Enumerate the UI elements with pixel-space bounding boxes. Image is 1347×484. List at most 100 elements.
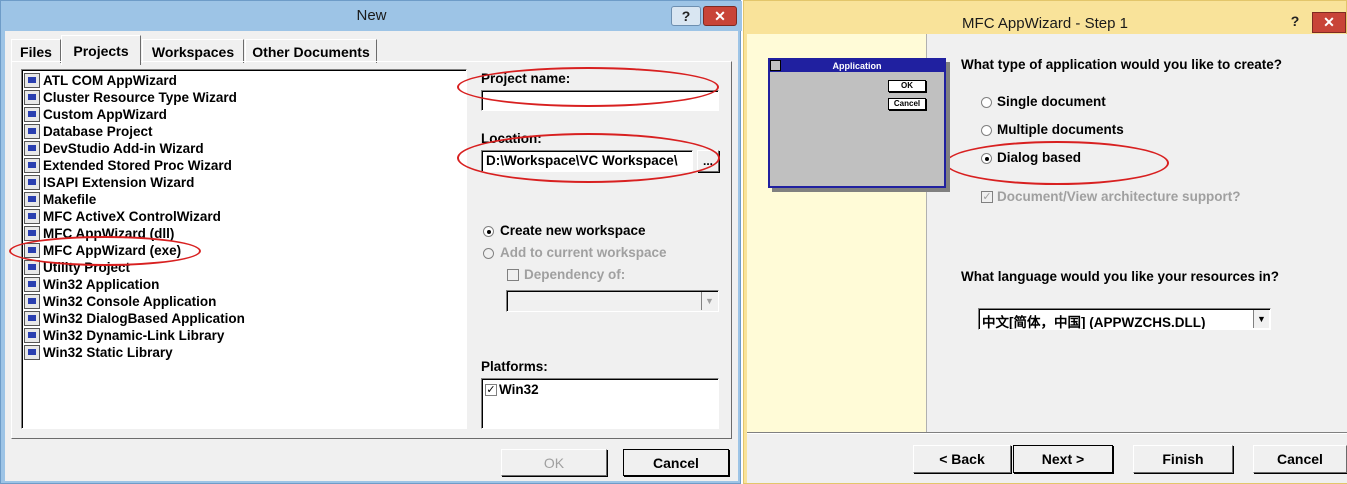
multiple-documents-radio[interactable]: [981, 125, 992, 136]
preview-dialog-image: Application OK Cancel: [768, 58, 946, 188]
activex-icon: [24, 209, 40, 224]
list-item[interactable]: Custom AppWizard: [24, 106, 167, 123]
list-item-label: Utility Project: [43, 260, 131, 275]
doc-view-label: Document/View architecture support?: [997, 189, 1241, 204]
single-document-radio[interactable]: [981, 97, 992, 108]
list-item[interactable]: Utility Project: [24, 259, 130, 276]
close-button[interactable]: ✕: [1312, 12, 1346, 33]
create-workspace-label: Create new workspace: [500, 223, 646, 238]
doc-view-checkbox[interactable]: ✓: [981, 191, 993, 203]
list-item-label: ATL COM AppWizard: [43, 73, 177, 88]
appwizard-body: Application OK Cancel What type of appli…: [747, 34, 1347, 483]
list-item-label: Win32 Static Library: [43, 345, 173, 360]
dependency-select[interactable]: ▼: [506, 290, 719, 312]
next-button[interactable]: Next >: [1013, 445, 1113, 473]
platform-label: Win32: [499, 382, 539, 397]
atl-wizard-icon: [24, 73, 40, 88]
platforms-label: Platforms:: [481, 359, 548, 374]
list-item[interactable]: Win32 Console Application: [24, 293, 216, 310]
stored-proc-icon: [24, 158, 40, 173]
system-menu-icon: [770, 60, 781, 71]
platforms-list[interactable]: ✓ Win32: [481, 378, 719, 429]
dll-icon: [24, 328, 40, 343]
database-icon: [24, 124, 40, 139]
list-item[interactable]: Extended Stored Proc Wizard: [24, 157, 232, 174]
chevron-down-icon[interactable]: ▼: [1253, 310, 1269, 328]
list-item[interactable]: Win32 DialogBased Application: [24, 310, 245, 327]
list-item-label: DevStudio Add-in Wizard: [43, 141, 204, 156]
list-item[interactable]: Makefile: [24, 191, 96, 208]
preview-titlebar: Application: [770, 60, 944, 72]
project-name-input[interactable]: [481, 90, 719, 111]
dialog-app-icon: [24, 311, 40, 326]
dialog-based-label: Dialog based: [997, 150, 1082, 165]
close-button[interactable]: ✕: [703, 6, 737, 26]
utility-icon: [24, 260, 40, 275]
tab-projects[interactable]: Projects: [61, 35, 141, 65]
app-type-question: What type of application would you like …: [961, 57, 1283, 72]
footer-divider: [747, 432, 1347, 434]
list-item-label: MFC AppWizard (dll): [43, 226, 175, 241]
list-item[interactable]: MFC ActiveX ControlWizard: [24, 208, 221, 225]
appwizard-window: MFC AppWizard - Step 1 ? ✕ Application O…: [743, 0, 1347, 484]
list-item-label: MFC AppWizard (exe): [43, 243, 182, 258]
cancel-button[interactable]: Cancel: [623, 449, 729, 476]
list-item[interactable]: DevStudio Add-in Wizard: [24, 140, 204, 157]
list-item[interactable]: Database Project: [24, 123, 153, 140]
language-select[interactable]: 中文[简体，中国] (APPWZCHS.DLL) ▼: [978, 308, 1271, 330]
list-item-label: Database Project: [43, 124, 153, 139]
new-dialog-body: Files Projects Workspaces Other Document…: [5, 31, 738, 481]
dependency-checkbox[interactable]: [507, 269, 519, 281]
list-item[interactable]: Win32 Static Library: [24, 344, 173, 361]
preview-cancel-button: Cancel: [888, 98, 926, 110]
back-button[interactable]: < Back: [913, 445, 1011, 473]
chevron-down-icon[interactable]: ▼: [701, 292, 717, 310]
list-item-label: Custom AppWizard: [43, 107, 167, 122]
list-item[interactable]: MFC AppWizard (dll): [24, 225, 174, 242]
add-to-workspace-label: Add to current workspace: [500, 245, 667, 260]
list-item-label: ISAPI Extension Wizard: [43, 175, 195, 190]
cluster-wizard-icon: [24, 90, 40, 105]
addin-wizard-icon: [24, 141, 40, 156]
win32-app-icon: [24, 277, 40, 292]
project-type-list[interactable]: ATL COM AppWizard Cluster Resource Type …: [21, 69, 467, 429]
finish-button[interactable]: Finish: [1133, 445, 1233, 473]
multiple-documents-label: Multiple documents: [997, 122, 1124, 137]
new-dialog-window: New ? ✕ Files Projects Workspaces Other …: [0, 0, 742, 484]
list-item[interactable]: ATL COM AppWizard: [24, 72, 177, 89]
console-app-icon: [24, 294, 40, 309]
tab-files[interactable]: Files: [11, 39, 61, 63]
tab-workspaces[interactable]: Workspaces: [142, 39, 244, 63]
static-lib-icon: [24, 345, 40, 360]
mfc-exe-icon: [24, 243, 40, 258]
help-button[interactable]: ?: [671, 6, 701, 26]
new-dialog-titlebar[interactable]: New ? ✕: [1, 1, 742, 31]
list-item[interactable]: Cluster Resource Type Wizard: [24, 89, 237, 106]
list-item[interactable]: Win32 Application: [24, 276, 159, 293]
list-item[interactable]: Win32 Dynamic-Link Library: [24, 327, 224, 344]
new-dialog-title: New: [356, 7, 387, 24]
list-item-label: Win32 DialogBased Application: [43, 311, 245, 326]
list-item-selected[interactable]: MFC AppWizard (exe): [24, 242, 181, 259]
list-item-label: Makefile: [43, 192, 97, 207]
location-input[interactable]: D:\Workspace\VC Workspace\: [481, 150, 693, 172]
dialog-based-radio[interactable]: [981, 153, 992, 164]
custom-wizard-icon: [24, 107, 40, 122]
browse-button[interactable]: ...: [697, 150, 719, 172]
list-item-label: MFC ActiveX ControlWizard: [43, 209, 221, 224]
isapi-icon: [24, 175, 40, 190]
project-name-label: Project name:: [481, 71, 571, 86]
create-workspace-radio[interactable]: [483, 226, 494, 237]
cancel-button[interactable]: Cancel: [1253, 445, 1347, 473]
mfc-dll-icon: [24, 226, 40, 241]
platform-item[interactable]: ✓ Win32: [485, 382, 539, 397]
list-item[interactable]: ISAPI Extension Wizard: [24, 174, 194, 191]
help-button[interactable]: ?: [1281, 13, 1309, 33]
check-icon[interactable]: ✓: [485, 383, 497, 396]
list-item-label: Extended Stored Proc Wizard: [43, 158, 232, 173]
list-item-label: Win32 Application: [43, 277, 160, 292]
appwizard-title: MFC AppWizard - Step 1: [962, 15, 1128, 32]
ok-button[interactable]: OK: [501, 449, 607, 476]
tab-other-documents[interactable]: Other Documents: [245, 39, 377, 63]
add-to-workspace-radio[interactable]: [483, 248, 494, 259]
